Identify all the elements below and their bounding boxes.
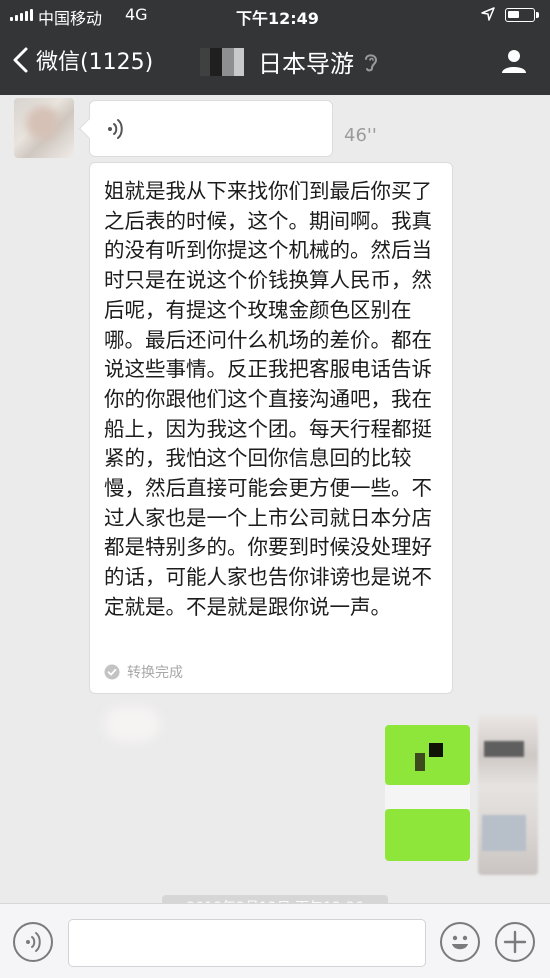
convert-status: 转换完成 [104, 662, 183, 682]
voice-input-button[interactable] [13, 922, 53, 962]
message-gap [385, 785, 470, 809]
signal-icon [10, 9, 33, 21]
check-circle-icon [104, 664, 120, 680]
emoji-button[interactable] [440, 922, 480, 962]
location-arrow-icon [481, 7, 495, 21]
nav-bar: 微信(1125) 日本导游 [0, 30, 550, 95]
chat-title-text: 日本导游 [258, 50, 354, 78]
chat-area[interactable]: 46'' 姐就是我从下来找你们到最后你买了之后表的时候，这个。期间啊。我真的没有… [0, 95, 550, 903]
person-icon[interactable] [499, 46, 529, 76]
status-time: 下午12:49 [236, 9, 319, 28]
chat-title: 日本导游 [200, 44, 380, 79]
more-button[interactable] [495, 922, 535, 962]
emoji-icon [452, 935, 468, 950]
back-label: 微信(1125) [36, 50, 154, 75]
outgoing-image-message[interactable] [385, 725, 470, 785]
battery-icon [505, 8, 539, 22]
contact-avatar[interactable] [14, 98, 74, 158]
redacted-name [200, 47, 244, 76]
plus-icon [503, 930, 527, 954]
message-input[interactable] [68, 919, 426, 967]
status-bar: 中国移动 4G 下午12:49 [0, 0, 550, 30]
transcript-bubble[interactable]: 姐就是我从下来找你们到最后你买了之后表的时候，这个。期间啊。我真的没有听到你提这… [89, 162, 453, 694]
network-label: 4G [125, 5, 148, 24]
ear-icon [365, 53, 378, 71]
my-avatar[interactable] [478, 715, 538, 875]
outgoing-image-message[interactable] [385, 809, 470, 861]
time-divider: 2018年3月12日 下午12:36 [162, 895, 388, 903]
back-button[interactable]: 微信(1125) [12, 44, 153, 76]
carrier-label: 中国移动 [38, 9, 103, 28]
chevron-left-icon [13, 47, 28, 73]
input-bar [0, 903, 550, 978]
voice-message[interactable] [89, 100, 333, 157]
voice-duration: 46'' [344, 125, 377, 146]
voice-input-icon [26, 932, 41, 952]
voice-wave-icon [108, 119, 123, 139]
convert-status-label: 转换完成 [127, 665, 183, 681]
top-bar: 中国移动 4G 下午12:49 微信(1125) 日本导游 [0, 0, 550, 95]
transcript-text: 姐就是我从下来找你们到最后你买了之后表的时候，这个。期间啊。我真的没有听到你提这… [104, 179, 432, 619]
blurred-element [104, 706, 160, 742]
